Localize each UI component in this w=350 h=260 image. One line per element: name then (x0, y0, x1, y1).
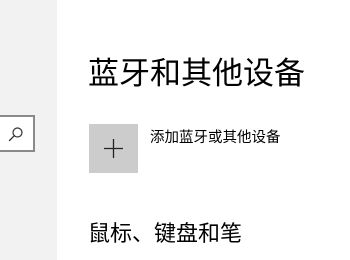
mouse-keyboard-pen-heading: 鼠标、键盘和笔 (88, 222, 243, 247)
add-device-label[interactable]: 添加蓝牙或其他设备 (150, 128, 281, 148)
search-box[interactable] (0, 115, 35, 152)
add-device-button[interactable]: 添加蓝牙或其他设备 (88, 124, 328, 174)
navigation-pane (0, 0, 57, 260)
settings-window: 蓝牙和其他设备 添加蓝牙或其他设备 鼠标、键盘和笔 (0, 0, 350, 260)
plus-icon (104, 139, 123, 158)
add-device-tile[interactable] (89, 124, 138, 173)
search-icon[interactable] (8, 126, 24, 142)
page-title: 蓝牙和其他设备 (88, 56, 305, 92)
